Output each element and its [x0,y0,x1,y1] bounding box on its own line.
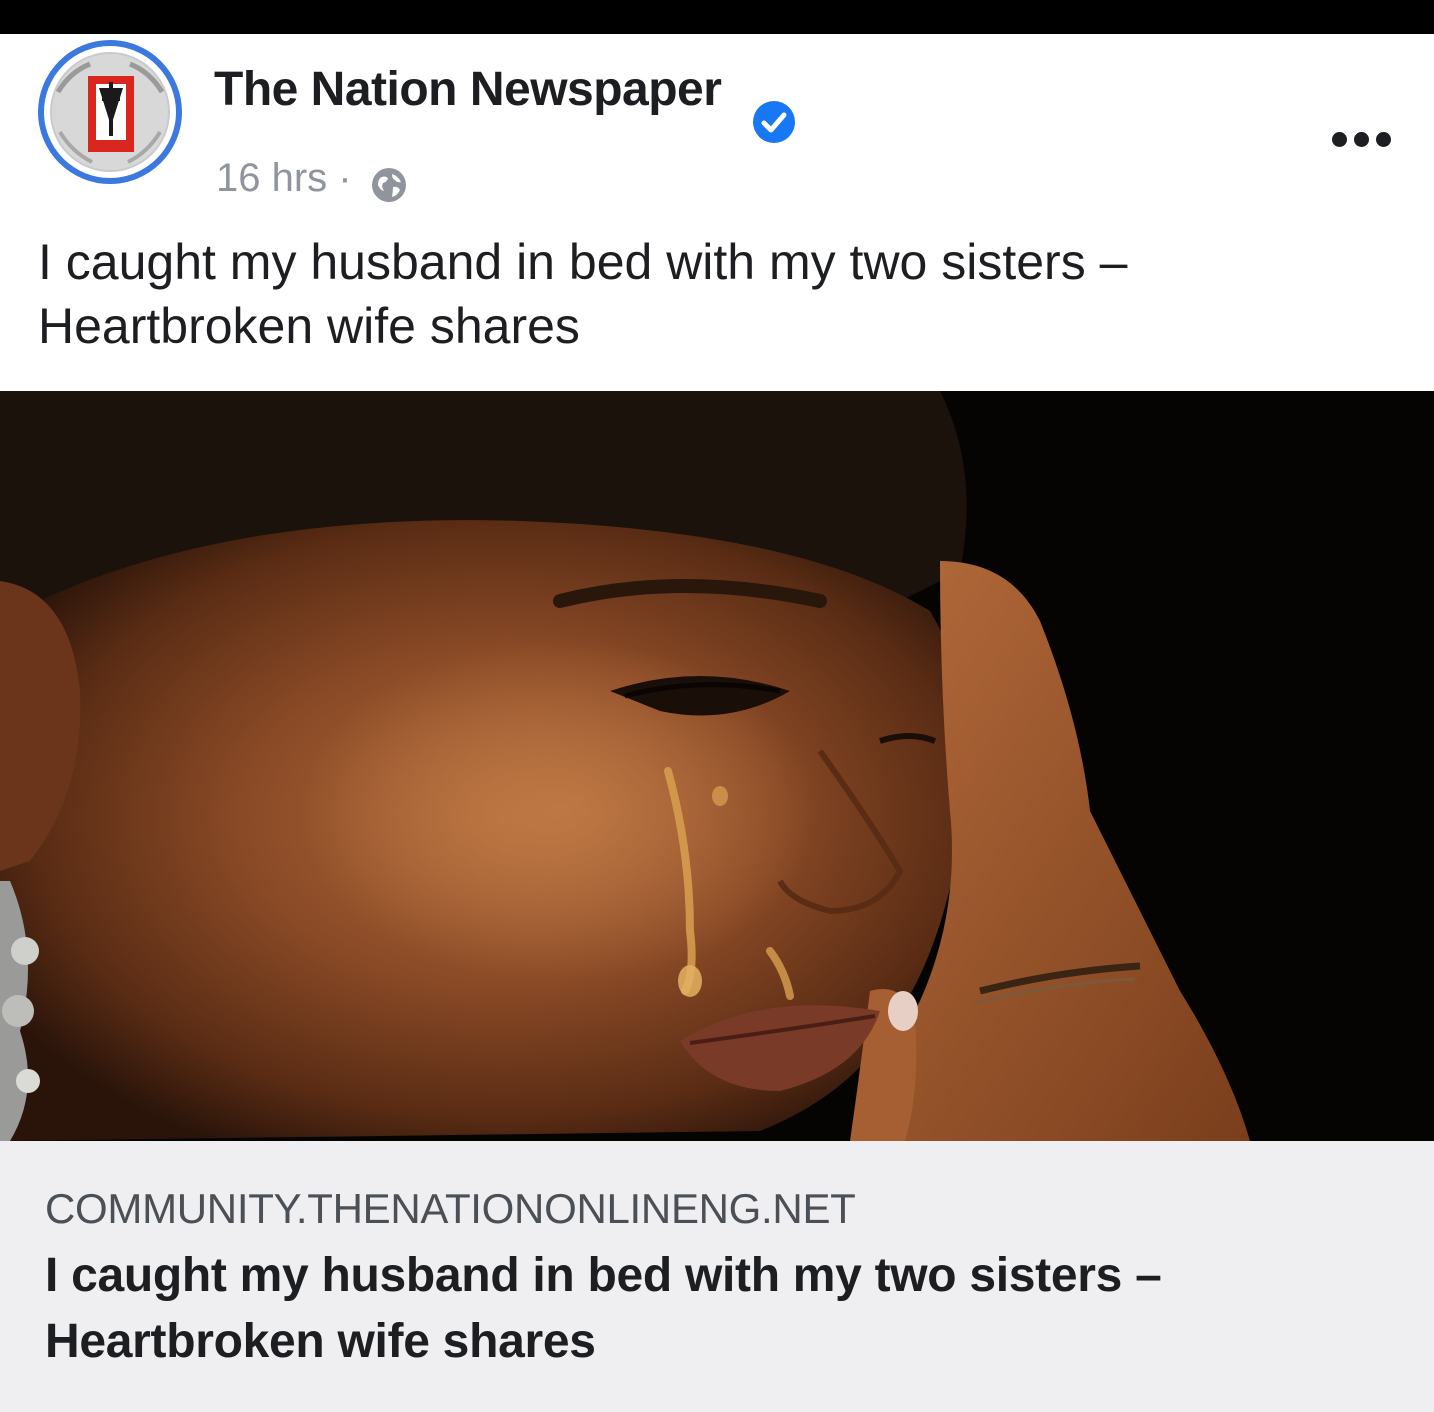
link-preview-card[interactable]: COMMUNITY.THENATIONONLINENG.NET I caught… [0,1141,1434,1412]
page-name[interactable]: The Nation Newspaper [214,62,722,117]
more-options-button[interactable] [1322,118,1402,158]
verified-badge-icon [752,100,796,144]
feed-post: The Nation Newspaper 16 hrs · I caught m… [0,34,1434,1412]
link-title[interactable]: I caught my husband in bed with my two s… [45,1243,1395,1375]
link-preview-image[interactable] [0,391,1434,1141]
newspaper-logo [50,52,170,172]
post-meta: 16 hrs · [216,156,352,201]
more-options-dot [1354,132,1369,147]
more-options-icon [1332,132,1347,147]
post-caption: I caught my husband in bed with my two s… [38,234,1128,354]
globe-icon [370,166,408,204]
post-header: The Nation Newspaper 16 hrs · [0,34,1434,204]
status-bar [0,0,1434,34]
page-avatar[interactable] [38,40,182,184]
more-options-dot [1376,132,1391,147]
meta-separator: · [338,156,352,200]
post-timestamp[interactable]: 16 hrs [216,156,327,200]
link-domain: COMMUNITY.THENATIONONLINENG.NET [45,1185,856,1232]
